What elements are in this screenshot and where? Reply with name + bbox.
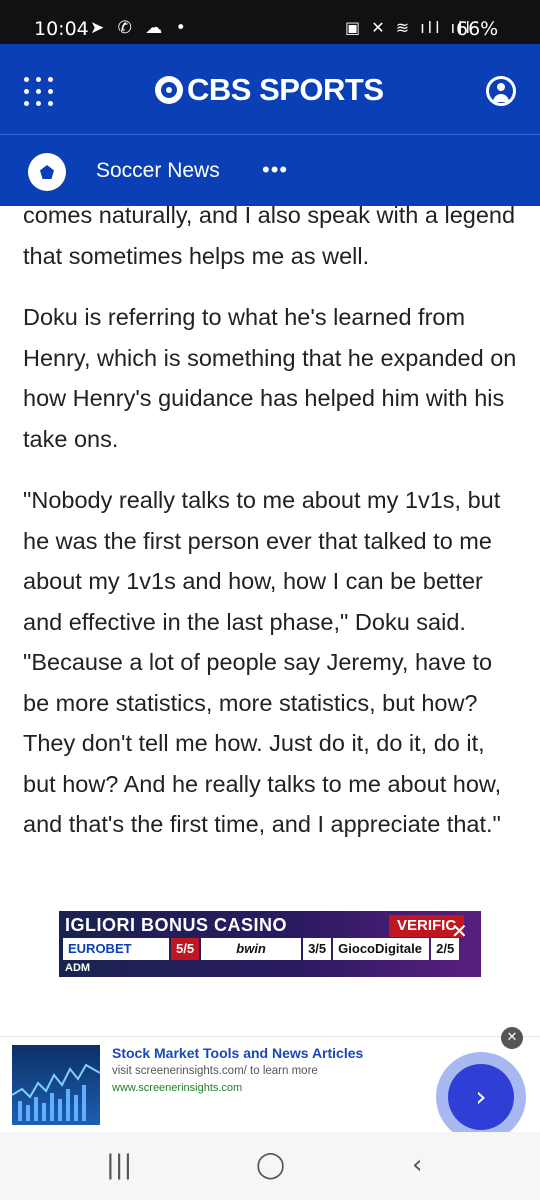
- sticky-ad-url[interactable]: www.screenerinsights.com: [112, 1082, 242, 1094]
- stock-chart-thumbnail: [12, 1045, 100, 1125]
- ad-brand-rating: 3/5: [303, 938, 332, 960]
- article-paragraph: comes naturally, and I also speak with a…: [23, 206, 516, 269]
- system-status-icons: ▣ ✕ ≋ ıll ıll: [345, 18, 473, 37]
- ad-brand-eurobet: EUROBET: [63, 938, 169, 960]
- system-nav-bar: ||| ◯ ‹: [0, 1132, 540, 1200]
- casino-ad-banner[interactable]: IGLIORI BONUS CASINO VERIFIC ✕ EUROBET 5…: [59, 911, 481, 977]
- article-paragraph: Doku is referring to what he's learned f…: [23, 304, 517, 452]
- logo-text: CBS SPORTS: [187, 72, 384, 107]
- account-icon[interactable]: [486, 76, 516, 106]
- section-nav: Soccer News •••: [0, 134, 540, 206]
- more-options-icon[interactable]: •••: [262, 157, 288, 183]
- recent-apps-icon[interactable]: |||: [106, 1150, 132, 1180]
- sticky-ad-description: visit screenerinsights.com/ to learn mor…: [112, 1065, 318, 1077]
- article-body: comes naturally, and I also speak with a…: [23, 206, 519, 866]
- sticky-ad[interactable]: Stock Market Tools and News Articles vis…: [0, 1027, 540, 1142]
- chevron-right-icon: ›: [475, 1080, 487, 1113]
- notification-icons: ➤ ✆ ☁ •: [90, 18, 190, 38]
- back-icon[interactable]: ‹: [412, 1150, 422, 1180]
- sticky-ad-headline[interactable]: Stock Market Tools and News Articles: [112, 1045, 363, 1061]
- home-icon[interactable]: ◯: [256, 1150, 285, 1180]
- status-time: 10:04: [34, 18, 89, 40]
- ad-headline: IGLIORI BONUS CASINO: [65, 915, 288, 935]
- section-title[interactable]: Soccer News: [96, 159, 220, 183]
- article-paragraph: "Nobody really talks to me about my 1v1s…: [23, 487, 502, 837]
- ad-brand-rating: 5/5: [171, 938, 200, 960]
- sticky-ad-close-icon[interactable]: ✕: [501, 1027, 523, 1049]
- ad-brand-giocodigitale: GiocoDigitale: [333, 938, 430, 960]
- soccer-ball-icon: [28, 153, 66, 191]
- ad-footer: ADM: [65, 962, 91, 974]
- cbs-eye-icon: [155, 76, 183, 104]
- site-header: CBS SPORTS: [0, 44, 540, 134]
- grid-menu-icon[interactable]: [24, 77, 54, 107]
- ad-brand-rating: 2/5: [431, 938, 460, 960]
- cbs-sports-logo[interactable]: CBS SPORTS: [155, 72, 384, 108]
- ad-brand-bwin: bwin: [201, 938, 302, 960]
- article-viewport: comes naturally, and I also speak with a…: [0, 206, 540, 906]
- sticky-ad-cta-button[interactable]: ›: [436, 1052, 526, 1142]
- battery-level: 66%: [456, 18, 499, 40]
